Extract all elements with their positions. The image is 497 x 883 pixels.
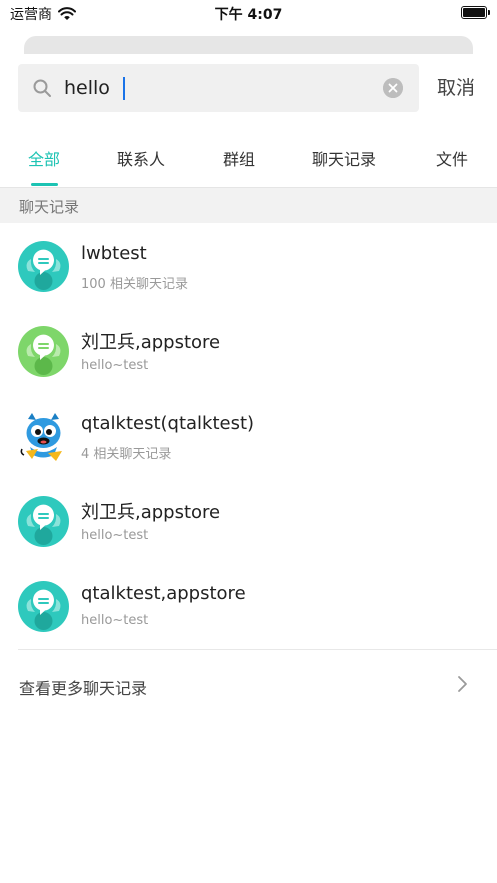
item-title: lwbtest [81,243,147,264]
group-avatar-green-icon [18,326,69,377]
text-caret [123,77,125,100]
item-title: qtalktest,appstore [81,583,246,604]
item-title: qtalktest(qtalktest) [81,413,255,434]
active-tab-indicator [31,183,58,186]
results-list: lwbtest 100 相关聊天记录 刘卫兵,appstore hello~te… [0,223,497,648]
item-subtitle: hello~test [81,613,149,628]
item-title: 刘卫兵,appstore [81,332,221,353]
list-item[interactable]: qtalktest(qtalktest) 4 相关聊天记录 [0,393,497,478]
group-avatar-teal-icon [18,581,69,632]
tab-all[interactable]: 全部 [28,146,60,170]
tab-files[interactable]: 文件 [436,146,468,170]
section-title: 聊天记录 [19,198,80,216]
clear-icon[interactable] [383,78,403,98]
group-avatar-teal-icon [18,241,69,292]
tab-groups[interactable]: 群组 [223,146,255,170]
item-subtitle: hello~test [81,528,149,543]
list-item[interactable]: qtalktest,appstore hello~test [0,563,497,648]
tab-chat-history[interactable]: 聊天记录 [312,146,376,170]
item-subtitle: hello~test [81,358,149,373]
sheet-background-edge [24,36,473,54]
cancel-button[interactable]: 取消 [437,64,475,112]
search-input[interactable] [64,64,364,112]
see-more-chat-history-row[interactable]: 查看更多聊天记录 [0,650,497,722]
search-box[interactable] [18,64,419,112]
section-header: 聊天记录 [0,188,497,223]
category-tabs: 全部 联系人 群组 聊天记录 文件 [0,134,497,188]
see-more-label: 查看更多聊天记录 [19,679,148,698]
item-title: 刘卫兵,appstore [81,502,221,523]
mascot-avatar-icon [20,413,62,461]
status-time: 下午 4:07 [214,7,283,23]
item-subtitle: 4 相关聊天记录 [81,447,172,462]
list-item[interactable]: 刘卫兵,appstore hello~test [0,478,497,563]
item-subtitle: 100 相关聊天记录 [81,277,188,292]
list-item[interactable]: lwbtest 100 相关聊天记录 [0,223,497,308]
battery-icon [461,6,490,19]
tab-contacts[interactable]: 联系人 [117,146,165,170]
search-icon [33,79,51,97]
list-item[interactable]: 刘卫兵,appstore hello~test [0,308,497,393]
status-bar: 运营商 下午 4:07 [0,0,497,26]
search-bar: 取消 [0,64,497,112]
group-avatar-teal-icon [18,496,69,547]
chevron-right-icon [458,676,467,692]
